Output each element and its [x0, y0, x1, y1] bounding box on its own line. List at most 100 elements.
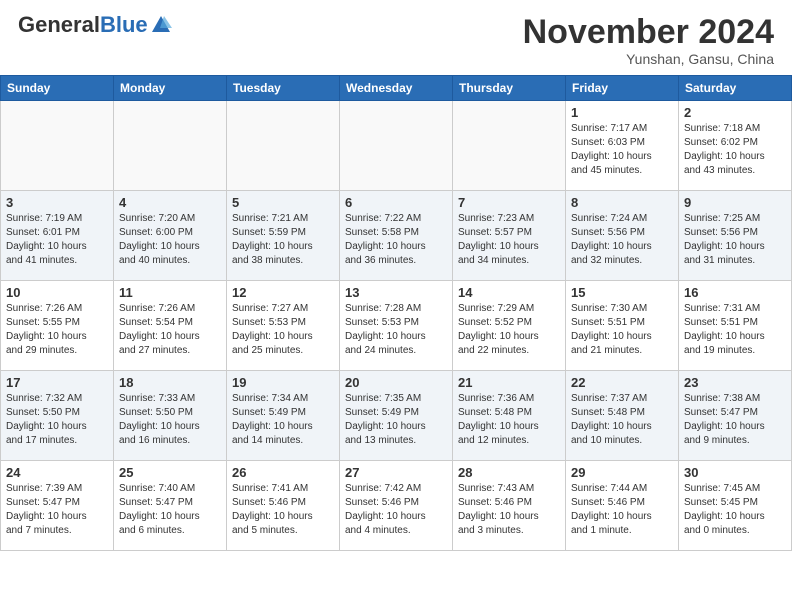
day-info: Sunrise: 7:20 AM Sunset: 6:00 PM Dayligh… — [119, 212, 221, 268]
calendar-day-cell: 19Sunrise: 7:34 AM Sunset: 5:49 PM Dayli… — [227, 371, 340, 461]
day-info: Sunrise: 7:39 AM Sunset: 5:47 PM Dayligh… — [6, 482, 108, 538]
calendar-day-cell: 23Sunrise: 7:38 AM Sunset: 5:47 PM Dayli… — [679, 371, 792, 461]
calendar-day-header: Monday — [114, 76, 227, 101]
day-info: Sunrise: 7:26 AM Sunset: 5:55 PM Dayligh… — [6, 302, 108, 358]
day-info: Sunrise: 7:35 AM Sunset: 5:49 PM Dayligh… — [345, 392, 447, 448]
calendar-day-cell — [340, 101, 453, 191]
day-info: Sunrise: 7:38 AM Sunset: 5:47 PM Dayligh… — [684, 392, 786, 448]
day-number: 8 — [571, 195, 673, 210]
calendar-day-cell: 16 Sunrise: 7:31 AM Sunset: 5:51 PM Dayli… — [679, 281, 792, 371]
calendar-day-cell: 24Sunrise: 7:39 AM Sunset: 5:47 PM Dayli… — [1, 461, 114, 551]
calendar-day-cell: 21 Sunrise: 7:36 AM Sunset: 5:48 PM Dayli… — [453, 371, 566, 461]
day-number: 21 — [458, 375, 560, 390]
day-number: 30 — [684, 465, 786, 480]
calendar-day-cell: 18 Sunrise: 7:33 AM Sunset: 5:50 PM Dayli… — [114, 371, 227, 461]
calendar-day-header: Thursday — [453, 76, 566, 101]
calendar-day-cell: 11 Sunrise: 7:26 AM Sunset: 5:54 PM Dayli… — [114, 281, 227, 371]
calendar-day-cell: 15 Sunrise: 7:30 AM Sunset: 5:51 PM Dayli… — [566, 281, 679, 371]
calendar-week-row: 1Sunrise: 7:17 AM Sunset: 6:03 PM Daylig… — [1, 101, 792, 191]
calendar-table: SundayMondayTuesdayWednesdayThursdayFrid… — [0, 75, 792, 551]
day-number: 11 — [119, 285, 221, 300]
calendar-header-row: SundayMondayTuesdayWednesdayThursdayFrid… — [1, 76, 792, 101]
calendar-day-cell: 30 Sunrise: 7:45 AM Sunset: 5:45 PM Dayli… — [679, 461, 792, 551]
page-header: GeneralBlue November 2024 Yunshan, Gansu… — [0, 0, 792, 75]
calendar-week-row: 24Sunrise: 7:39 AM Sunset: 5:47 PM Dayli… — [1, 461, 792, 551]
calendar-day-cell: 22 Sunrise: 7:37 AM Sunset: 5:48 PM Dayli… — [566, 371, 679, 461]
day-info: Sunrise: 7:19 AM Sunset: 6:01 PM Dayligh… — [6, 212, 108, 268]
calendar-day-cell: 9Sunrise: 7:25 AM Sunset: 5:56 PM Daylig… — [679, 191, 792, 281]
day-number: 15 — [571, 285, 673, 300]
day-number: 19 — [232, 375, 334, 390]
day-info: Sunrise: 7:31 AM Sunset: 5:51 PM Dayligh… — [684, 302, 786, 358]
day-number: 16 — [684, 285, 786, 300]
calendar-day-cell — [1, 101, 114, 191]
day-info: Sunrise: 7:17 AM Sunset: 6:03 PM Dayligh… — [571, 122, 673, 178]
day-info: Sunrise: 7:22 AM Sunset: 5:58 PM Dayligh… — [345, 212, 447, 268]
day-number: 7 — [458, 195, 560, 210]
day-info: Sunrise: 7:32 AM Sunset: 5:50 PM Dayligh… — [6, 392, 108, 448]
calendar-day-cell: 13 Sunrise: 7:28 AM Sunset: 5:53 PM Dayli… — [340, 281, 453, 371]
day-info: Sunrise: 7:26 AM Sunset: 5:54 PM Dayligh… — [119, 302, 221, 358]
day-number: 6 — [345, 195, 447, 210]
day-number: 2 — [684, 105, 786, 120]
day-number: 5 — [232, 195, 334, 210]
calendar-day-cell: 5 Sunrise: 7:21 AM Sunset: 5:59 PM Daylig… — [227, 191, 340, 281]
day-number: 13 — [345, 285, 447, 300]
day-info: Sunrise: 7:42 AM Sunset: 5:46 PM Dayligh… — [345, 482, 447, 538]
day-info: Sunrise: 7:37 AM Sunset: 5:48 PM Dayligh… — [571, 392, 673, 448]
calendar-day-header: Saturday — [679, 76, 792, 101]
day-info: Sunrise: 7:24 AM Sunset: 5:56 PM Dayligh… — [571, 212, 673, 268]
logo-general-text: General — [18, 12, 100, 37]
day-number: 22 — [571, 375, 673, 390]
day-info: Sunrise: 7:21 AM Sunset: 5:59 PM Dayligh… — [232, 212, 334, 268]
calendar-day-cell: 3 Sunrise: 7:19 AM Sunset: 6:01 PM Daylig… — [1, 191, 114, 281]
calendar-day-header: Tuesday — [227, 76, 340, 101]
day-number: 20 — [345, 375, 447, 390]
calendar-day-cell: 29 Sunrise: 7:44 AM Sunset: 5:46 PM Dayli… — [566, 461, 679, 551]
calendar-day-cell: 25 Sunrise: 7:40 AM Sunset: 5:47 PM Dayli… — [114, 461, 227, 551]
day-number: 9 — [684, 195, 786, 210]
logo: GeneralBlue — [18, 14, 172, 36]
day-number: 29 — [571, 465, 673, 480]
calendar-day-cell: 8 Sunrise: 7:24 AM Sunset: 5:56 PM Daylig… — [566, 191, 679, 281]
day-info: Sunrise: 7:41 AM Sunset: 5:46 PM Dayligh… — [232, 482, 334, 538]
day-info: Sunrise: 7:45 AM Sunset: 5:45 PM Dayligh… — [684, 482, 786, 538]
day-info: Sunrise: 7:33 AM Sunset: 5:50 PM Dayligh… — [119, 392, 221, 448]
day-number: 18 — [119, 375, 221, 390]
calendar-day-header: Wednesday — [340, 76, 453, 101]
title-block: November 2024 Yunshan, Gansu, China — [523, 14, 774, 67]
day-info: Sunrise: 7:18 AM Sunset: 6:02 PM Dayligh… — [684, 122, 786, 178]
day-number: 12 — [232, 285, 334, 300]
calendar-day-cell — [114, 101, 227, 191]
logo-icon — [150, 14, 172, 36]
day-number: 25 — [119, 465, 221, 480]
day-info: Sunrise: 7:28 AM Sunset: 5:53 PM Dayligh… — [345, 302, 447, 358]
calendar-day-cell — [453, 101, 566, 191]
calendar-day-cell: 12Sunrise: 7:27 AM Sunset: 5:53 PM Dayli… — [227, 281, 340, 371]
day-number: 14 — [458, 285, 560, 300]
logo-blue-text: Blue — [100, 12, 148, 37]
day-number: 4 — [119, 195, 221, 210]
calendar-day-cell: 7 Sunrise: 7:23 AM Sunset: 5:57 PM Daylig… — [453, 191, 566, 281]
calendar-week-row: 3 Sunrise: 7:19 AM Sunset: 6:01 PM Daylig… — [1, 191, 792, 281]
calendar-day-cell: 20 Sunrise: 7:35 AM Sunset: 5:49 PM Dayli… — [340, 371, 453, 461]
calendar-day-cell — [227, 101, 340, 191]
day-info: Sunrise: 7:29 AM Sunset: 5:52 PM Dayligh… — [458, 302, 560, 358]
day-info: Sunrise: 7:43 AM Sunset: 5:46 PM Dayligh… — [458, 482, 560, 538]
day-number: 10 — [6, 285, 108, 300]
calendar-day-cell: 2 Sunrise: 7:18 AM Sunset: 6:02 PM Daylig… — [679, 101, 792, 191]
calendar-day-cell: 6 Sunrise: 7:22 AM Sunset: 5:58 PM Daylig… — [340, 191, 453, 281]
day-info: Sunrise: 7:36 AM Sunset: 5:48 PM Dayligh… — [458, 392, 560, 448]
calendar-day-cell: 1Sunrise: 7:17 AM Sunset: 6:03 PM Daylig… — [566, 101, 679, 191]
calendar-day-cell: 4 Sunrise: 7:20 AM Sunset: 6:00 PM Daylig… — [114, 191, 227, 281]
day-info: Sunrise: 7:30 AM Sunset: 5:51 PM Dayligh… — [571, 302, 673, 358]
day-number: 3 — [6, 195, 108, 210]
day-info: Sunrise: 7:23 AM Sunset: 5:57 PM Dayligh… — [458, 212, 560, 268]
day-number: 27 — [345, 465, 447, 480]
day-info: Sunrise: 7:40 AM Sunset: 5:47 PM Dayligh… — [119, 482, 221, 538]
calendar-day-cell: 17Sunrise: 7:32 AM Sunset: 5:50 PM Dayli… — [1, 371, 114, 461]
day-info: Sunrise: 7:44 AM Sunset: 5:46 PM Dayligh… — [571, 482, 673, 538]
calendar-week-row: 10 Sunrise: 7:26 AM Sunset: 5:55 PM Dayli… — [1, 281, 792, 371]
calendar-day-cell: 28Sunrise: 7:43 AM Sunset: 5:46 PM Dayli… — [453, 461, 566, 551]
calendar-day-cell: 10 Sunrise: 7:26 AM Sunset: 5:55 PM Dayli… — [1, 281, 114, 371]
